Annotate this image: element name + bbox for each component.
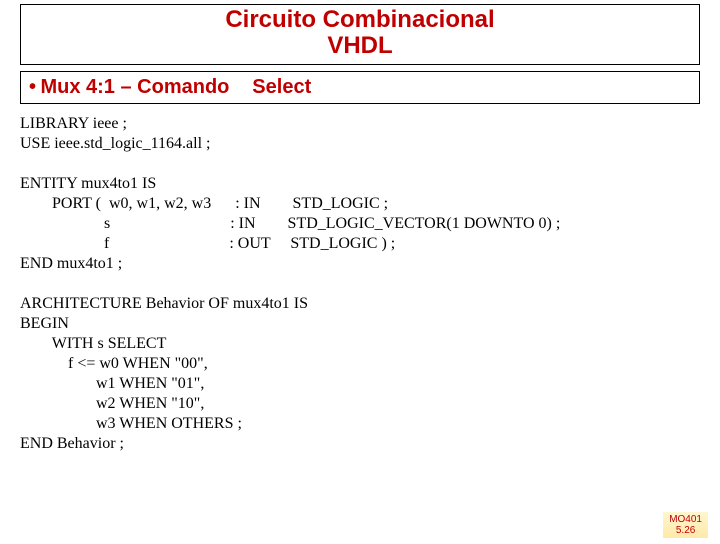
title-line-2: VHDL	[21, 33, 699, 59]
subtitle-main: Mux 4:1 – Comando	[40, 76, 229, 98]
bullet-icon: •	[29, 76, 36, 98]
title-box: Circuito Combinacional VHDL	[20, 4, 700, 65]
footer-slide-number: 5.26	[669, 525, 702, 536]
slide-footer: MO401 5.26	[663, 512, 708, 538]
footer-course: MO401	[669, 514, 702, 525]
vhdl-code-block: LIBRARY ieee ; USE ieee.std_logic_1164.a…	[20, 114, 700, 454]
subtitle-box: • Mux 4:1 – Comando Select	[20, 71, 700, 104]
subtitle-extra: Select	[252, 76, 311, 98]
title-line-1: Circuito Combinacional	[21, 7, 699, 33]
